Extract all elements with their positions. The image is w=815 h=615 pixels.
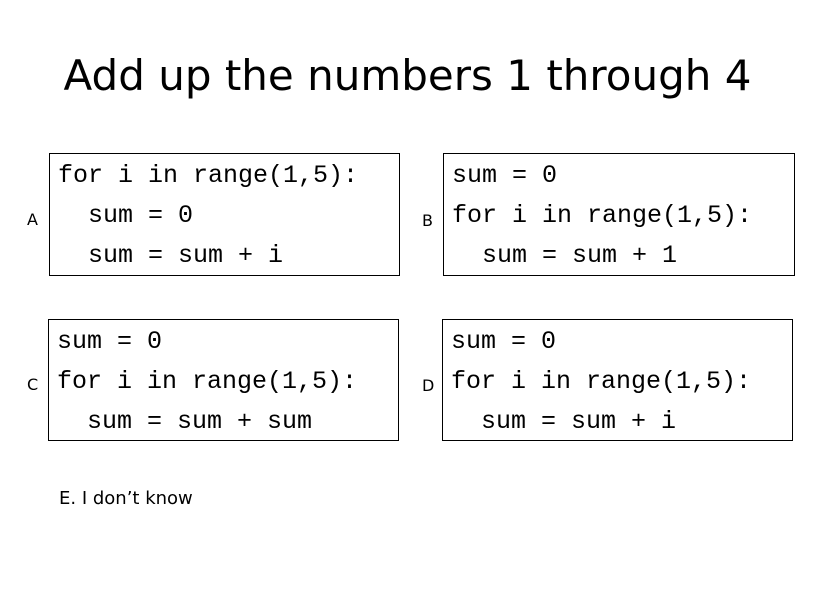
code-line: sum = sum + 1 [482, 241, 678, 270]
choice-letter-c: C [27, 375, 39, 394]
code-box-b: sum = 0 for i in range(1,5): sum = sum +… [443, 153, 795, 276]
code-line: for i in range(1,5): [452, 201, 753, 230]
choice-letter-a: A [27, 210, 38, 229]
code-box-d: sum = 0 for i in range(1,5): sum = sum +… [442, 319, 793, 441]
code-line: for i in range(1,5): [451, 367, 752, 396]
code-line: sum = 0 [88, 201, 194, 230]
code-line: sum = sum + i [481, 407, 677, 436]
slide: { "title": "Add up the numbers 1 through… [0, 0, 815, 615]
choice-letter-b: B [422, 211, 433, 230]
choice-letter-d: D [422, 376, 435, 395]
code-line: for i in range(1,5): [57, 367, 358, 396]
code-line: sum = sum + i [88, 241, 284, 270]
slide-title: Add up the numbers 1 through 4 [63, 51, 752, 100]
code-line: sum = sum + sum [87, 407, 313, 436]
code-box-c: sum = 0 for i in range(1,5): sum = sum +… [48, 319, 399, 441]
code-line: for i in range(1,5): [58, 161, 359, 190]
code-line: sum = 0 [452, 161, 558, 190]
code-line: sum = 0 [57, 327, 163, 356]
code-box-a: for i in range(1,5): sum = 0 sum = sum +… [49, 153, 400, 276]
code-line: sum = 0 [451, 327, 557, 356]
option-e: E. I don’t know [59, 488, 193, 509]
